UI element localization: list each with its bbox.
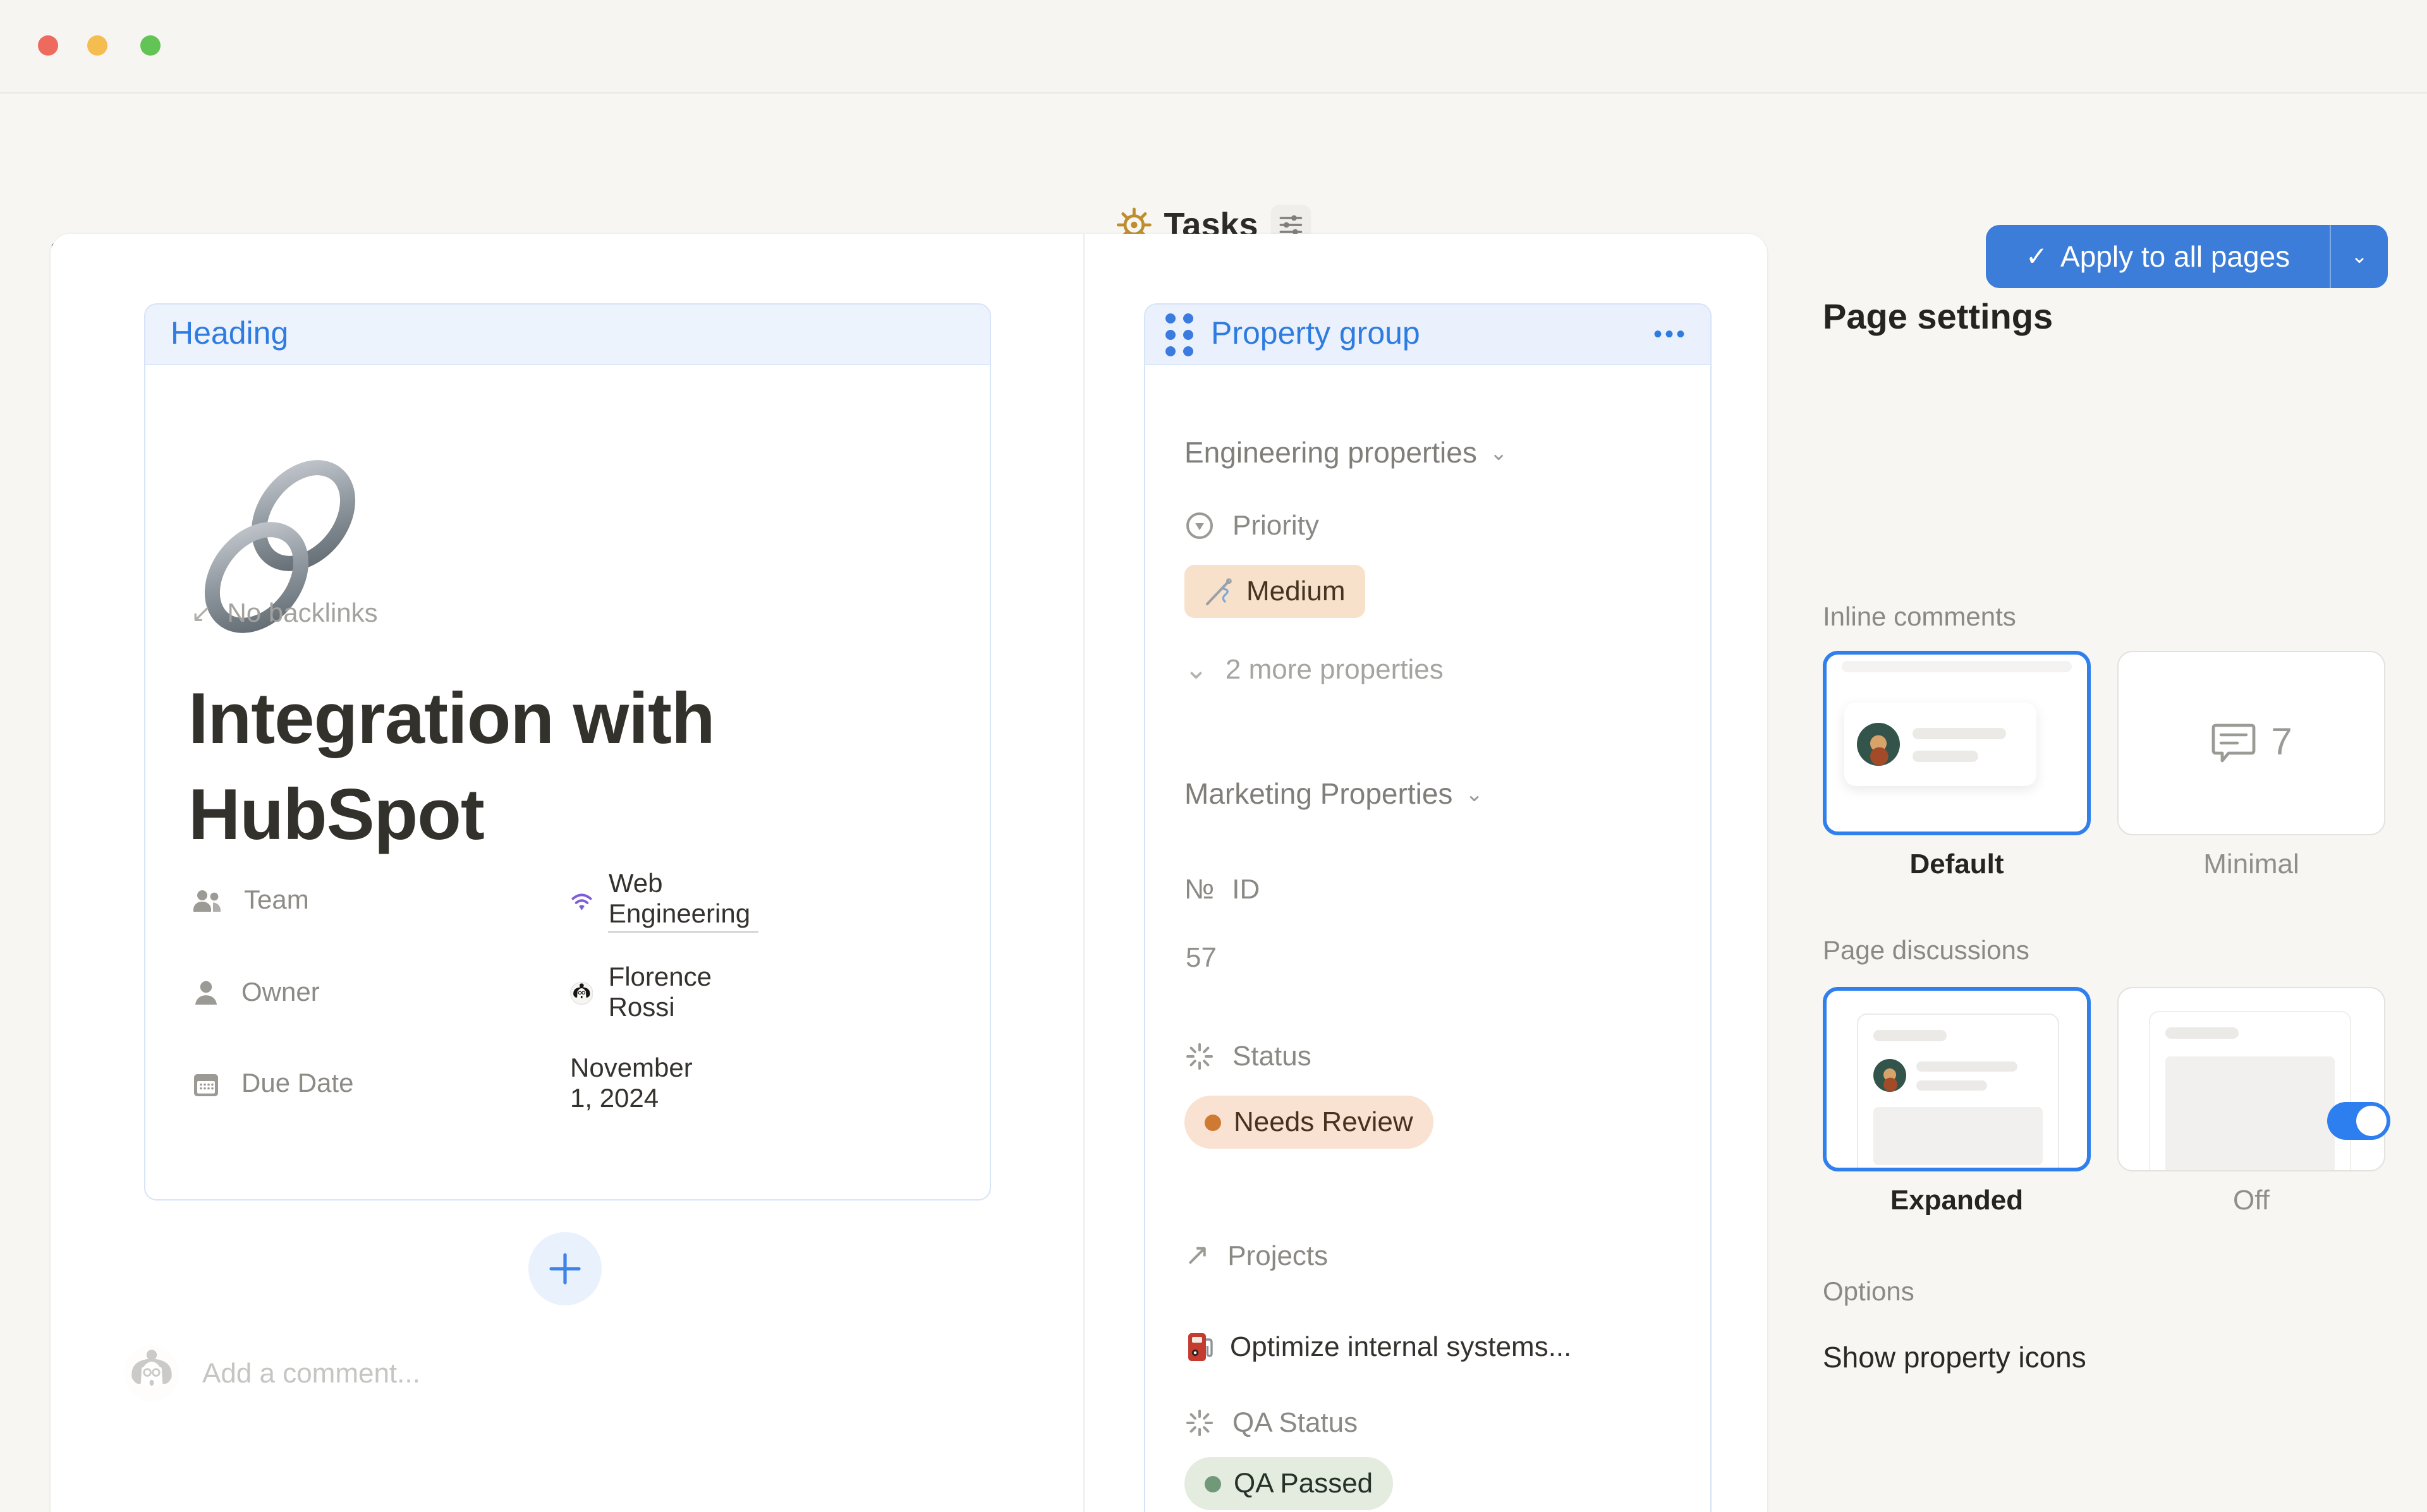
projects-value[interactable]: Optimize internal systems... (1184, 1331, 1571, 1364)
property-group-header[interactable]: Property group ••• (1145, 305, 1710, 365)
app-header: ✕ Cancel Tasks (0, 94, 2427, 235)
due-date-value[interactable]: November 1, 2024 (570, 1054, 693, 1115)
show-property-icons-label: Show property icons (1823, 1341, 2086, 1375)
people-icon (191, 887, 224, 915)
no-backlinks-label: No backlinks (228, 598, 378, 629)
inline-comments-option-minimal[interactable]: 7 (2117, 651, 2385, 835)
owner-value[interactable]: Florence Rossi (570, 963, 724, 1024)
page-discussions-option-off[interactable] (2117, 987, 2385, 1171)
id-label-row: № ID (1184, 873, 1260, 906)
arrow-southwest-icon: ↙ (191, 598, 212, 629)
status-dot (1205, 1114, 1221, 1130)
priority-value-tag[interactable]: Medium (1184, 565, 1366, 618)
option-label-default: Default (1823, 848, 2091, 881)
zoom-window-button[interactable] (140, 35, 161, 56)
minimize-window-button[interactable] (87, 35, 107, 56)
id-value[interactable]: 57 (1186, 941, 1217, 974)
team-row: Team Web Engineering (191, 876, 309, 926)
needle-icon (1205, 577, 1234, 606)
status-spinner-icon (1184, 1408, 1215, 1438)
arrow-northeast-icon: ↗ (1184, 1237, 1210, 1274)
avatar (570, 976, 593, 1011)
avatar (1873, 1059, 1906, 1092)
fuel-pump-icon (1184, 1331, 1215, 1364)
show-property-icons-toggle[interactable] (2327, 1102, 2390, 1140)
inline-comments-option-default[interactable] (1823, 651, 2091, 835)
priority-icon (1184, 511, 1215, 541)
option-label-minimal: Minimal (2117, 848, 2385, 881)
group-marketing[interactable]: Marketing Properties ⌄ (1184, 777, 1483, 811)
status-label-row: Status (1184, 1040, 1311, 1073)
inline-comments-label: Inline comments (1823, 603, 2016, 633)
comment-row: Add a comment... (124, 1346, 420, 1401)
owner-row: Owner Florence Rossi (191, 968, 320, 1019)
titlebar (0, 0, 2427, 94)
avatar (1857, 723, 1900, 766)
heading-block-card: Heading ↙ No backlinks (144, 303, 991, 1201)
page-discussions-option-expanded[interactable] (1823, 987, 2091, 1171)
option-label-off: Off (2117, 1184, 2385, 1217)
chevron-down-icon: ⌄ (1490, 440, 1508, 466)
drag-handle-icon[interactable] (1165, 313, 1193, 356)
qa-status-value-tag[interactable]: QA Passed (1184, 1457, 1393, 1510)
due-date-label: Due Date (241, 1069, 353, 1099)
priority-label-row: Priority (1184, 509, 1319, 542)
column-divider (1083, 234, 1085, 1512)
qa-status-label-row: QA Status (1184, 1406, 1358, 1439)
person-icon (191, 978, 221, 1008)
numero-icon: № (1184, 873, 1214, 906)
comment-bubble-icon (2210, 722, 2256, 765)
status-spinner-icon (1184, 1041, 1215, 1072)
chevron-down-icon: ⌄ (1184, 653, 1208, 686)
more-properties-toggle[interactable]: ⌄ 2 more properties (1184, 653, 1444, 686)
due-date-row: Due Date November 1, 2024 (191, 1059, 353, 1110)
group-engineering[interactable]: Engineering properties ⌄ (1184, 436, 1507, 470)
backlinks-row[interactable]: ↙ No backlinks (191, 598, 378, 629)
heading-block-label: Heading (171, 316, 288, 353)
comment-count: 7 (2271, 722, 2292, 765)
status-value-tag[interactable]: Needs Review (1184, 1096, 1433, 1149)
chevron-down-icon: ⌄ (1465, 782, 1483, 807)
document-title[interactable]: Integration with HubSpot (188, 671, 947, 863)
avatar (124, 1346, 179, 1401)
add-comment-input[interactable]: Add a comment... (202, 1357, 420, 1390)
panel-title: Page settings (1823, 297, 2053, 337)
options-label: Options (1823, 1278, 1914, 1308)
calendar-icon (191, 1069, 221, 1099)
owner-label: Owner (241, 978, 320, 1008)
property-group-label: Property group (1211, 316, 1420, 353)
property-group-card: Property group ••• Engineering propertie… (1144, 303, 1712, 1512)
close-window-button[interactable] (38, 35, 58, 56)
teamspace-icon (570, 887, 593, 915)
plus-icon (547, 1251, 583, 1286)
projects-label-row: ↗ Projects (1184, 1237, 1328, 1274)
page-discussions-label: Page discussions (1823, 936, 2029, 967)
more-options-button[interactable]: ••• (1653, 305, 1688, 365)
option-label-expanded: Expanded (1823, 1184, 2091, 1217)
add-block-button[interactable] (528, 1232, 602, 1305)
page-settings-panel: Page settings Inline comments 7 Default … (1767, 234, 2427, 1512)
team-label: Team (244, 886, 309, 916)
team-value[interactable]: Web Engineering (570, 869, 758, 933)
qa-status-dot (1205, 1475, 1221, 1492)
app-window: ✕ Cancel Tasks (0, 0, 2427, 1512)
preview-canvas: Heading ↙ No backlinks (51, 234, 1767, 1512)
heading-block-header[interactable]: Heading (145, 305, 990, 365)
